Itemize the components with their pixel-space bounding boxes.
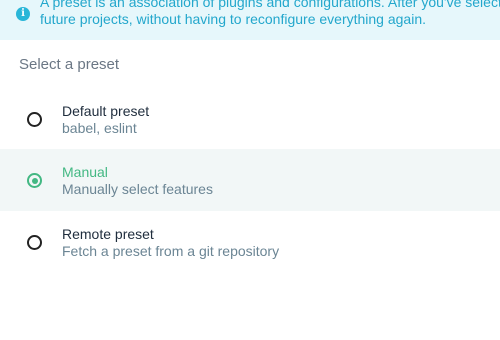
preset-description: Fetch a preset from a git repository [62,243,280,259]
section-title: Select a preset [19,56,120,73]
preset-option-default[interactable]: Default preset babel, eslint [0,87,500,149]
preset-option-manual[interactable]: Manual Manually select features [0,149,500,211]
preset-description: babel, eslint [62,120,137,136]
radio-unchecked-icon[interactable] [27,235,42,250]
info-text-line-1: A preset is an association of plugins an… [40,0,500,10]
info-text: A preset is an association of plugins an… [40,0,500,28]
preset-description: Manually select features [62,181,213,197]
preset-title: Default preset [62,103,150,119]
info-text-line-2: future projects, without having to recon… [40,11,427,27]
info-icon: i [16,7,30,21]
radio-checked-icon[interactable] [27,173,42,188]
preset-option-remote[interactable]: Remote preset Fetch a preset from a git … [0,211,500,273]
preset-title: Manual [62,164,108,180]
preset-title: Remote preset [62,226,154,242]
radio-unchecked-icon[interactable] [27,112,42,127]
info-banner: i A preset is an association of plugins … [0,0,500,40]
